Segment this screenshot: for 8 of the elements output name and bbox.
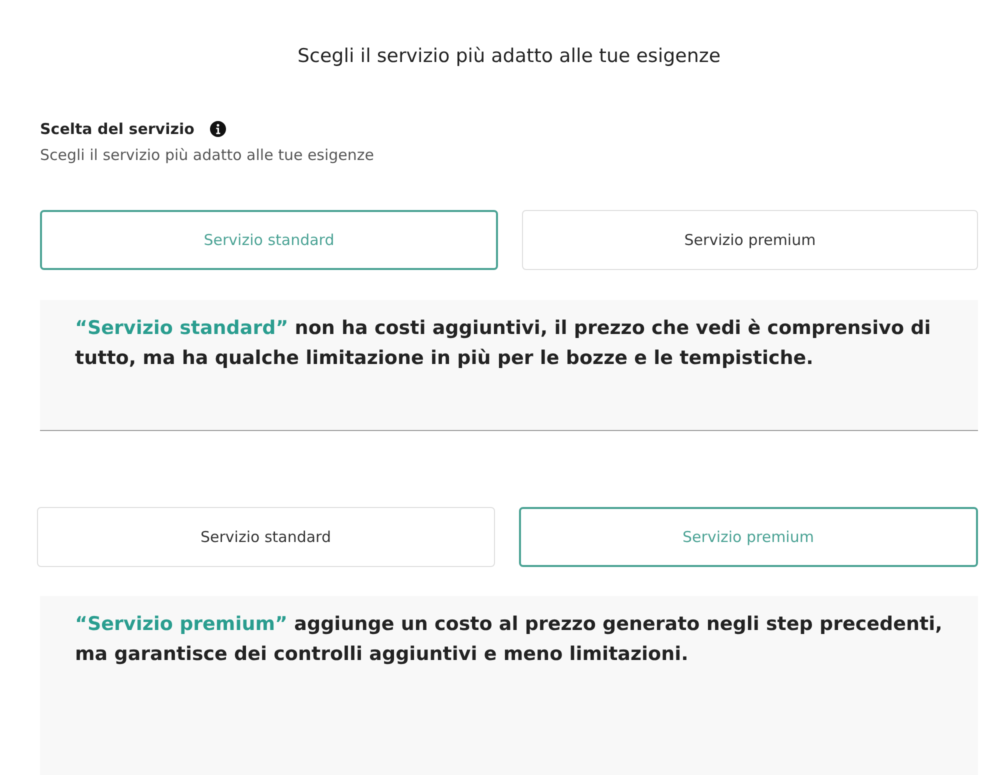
section-subtitle: Scegli il servizio più adatto alle tue esigenze [40,144,376,166]
service-option[interactable]: Servizio premium [522,210,978,270]
info-icon[interactable] [210,120,226,137]
description-text: “Servizio standard” non ha costi aggiuntivi, il prezzo che vedi è comprensivo di tutto, ma ha qualche limitazione in più per le bozze e le tempistiche. [75,316,932,372]
description-text: “Servizio premium” aggiunge un costo al prezzo generato negli step precedenti, ma garantisce dei controlli aggiuntivi e meno limitazioni. [75,612,943,668]
page-title: Scegli il servizio più adatto alle tue esigenze [296,44,722,68]
service-option[interactable]: Servizio standard [37,507,494,568]
section-heading: Scelta del servizio [40,120,194,138]
